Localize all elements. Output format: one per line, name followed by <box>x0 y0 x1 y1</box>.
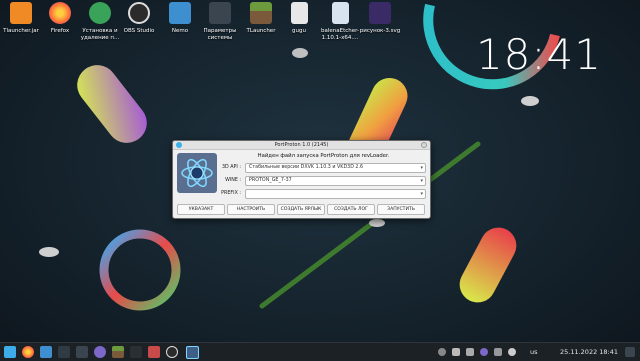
desktop-icon-firefox[interactable]: Firefox <box>39 2 81 35</box>
wine-select[interactable]: PROTON_GE_7-37 ▾ <box>245 176 426 186</box>
archive-icon <box>331 2 349 24</box>
close-icon[interactable] <box>421 142 427 148</box>
settings-icon <box>209 2 231 24</box>
dialog-titlebar[interactable]: PortProton 1.0 (2145) <box>173 141 430 150</box>
desktop-icon-system-settings[interactable]: Параметры системы <box>199 2 241 42</box>
dialog-title: PortProton 1.0 (2145) <box>274 142 329 148</box>
field-wine: WINE : PROTON_GE_7-37 ▾ <box>221 176 426 186</box>
tray-icon[interactable] <box>452 348 460 356</box>
keyboard-layout[interactable]: us <box>530 347 538 357</box>
app-icon[interactable] <box>148 346 160 358</box>
desktop-icon-svg-image[interactable]: рисунок-3.svg <box>359 2 401 35</box>
field-prefix: PREFIX : ▾ <box>221 189 426 199</box>
folder-icon <box>169 2 191 24</box>
show-desktop-icon[interactable] <box>625 347 635 357</box>
field-3d-api: 3D API : Стабильные версии DXVK 1.10.3 и… <box>221 163 426 173</box>
desktop-icon-nemo[interactable]: Nemo <box>159 2 201 35</box>
firefox-icon[interactable] <box>22 346 34 358</box>
desktop-icon-obs-studio[interactable]: OBS Studio <box>118 2 160 35</box>
install-remove-icon <box>89 2 111 24</box>
desktop-icon-tlauncher-jar[interactable]: Tlauncher.jar <box>0 2 42 35</box>
chevron-down-icon: ▾ <box>420 165 423 171</box>
chevron-down-icon: ▾ <box>420 191 423 197</box>
desktop-icon-tlauncher[interactable]: TLauncher <box>240 2 282 35</box>
dialog-buttons: УКВАЗАКТ НАСТРОИТЬ СОЗДАТЬ ЯРЛЫК СОЗДАТЬ… <box>177 204 426 215</box>
chevron-down-icon: ▾ <box>420 178 423 184</box>
portproton-logo <box>177 153 217 193</box>
minecraft-icon <box>250 2 272 24</box>
3d-api-select[interactable]: Стабильные версии DXVK 1.10.3 и VKD3D 2.… <box>245 163 426 173</box>
app-icon[interactable] <box>130 346 142 358</box>
document-icon <box>290 2 308 24</box>
folder-icon[interactable] <box>40 346 52 358</box>
portproton-dialog: PortProton 1.0 (2145) Найден файл запуск… <box>172 140 431 219</box>
settings-icon[interactable] <box>76 346 88 358</box>
app-launcher-icon[interactable] <box>4 346 16 358</box>
create-log-button[interactable]: СОЗДАТЬ ЛОГ <box>327 204 375 215</box>
desktop-icons: Tlauncher.jar Firefox Установка и удален… <box>0 2 400 72</box>
prefix-select[interactable]: ▾ <box>245 189 426 199</box>
button-1[interactable]: УКВАЗАКТ <box>177 204 225 215</box>
tray-icon[interactable] <box>466 348 474 356</box>
settings-button[interactable]: НАСТРОИТЬ <box>227 204 275 215</box>
obs-icon[interactable] <box>166 346 178 358</box>
create-shortcut-button[interactable]: СОЗДАТЬ ЯРЛЫК <box>277 204 325 215</box>
obs-icon <box>128 2 150 24</box>
tlauncher-jar-icon <box>10 2 32 24</box>
desktop-icon-gugu[interactable]: gugu <box>278 2 320 35</box>
tray-icon[interactable] <box>508 348 516 356</box>
terminal-icon[interactable] <box>58 346 70 358</box>
launch-button[interactable]: ЗАПУСТИТЬ <box>377 204 425 215</box>
tray-icon[interactable] <box>438 348 446 356</box>
discover-icon[interactable] <box>94 346 106 358</box>
portproton-icon[interactable] <box>186 346 199 359</box>
dialog-message: Найден файл запуска PortProton для revLo… <box>257 153 390 159</box>
tray-icon[interactable] <box>480 348 488 356</box>
firefox-icon <box>49 2 71 24</box>
desktop-clock: 18:41 <box>475 30 602 79</box>
tray-icon[interactable] <box>494 348 502 356</box>
taskbar: us 25.11.2022 18:41 <box>0 342 640 361</box>
minecraft-icon[interactable] <box>112 346 124 358</box>
desktop-icon-install-remove[interactable]: Установка и удаление п... <box>79 2 121 42</box>
taskbar-datetime[interactable]: 25.11.2022 18:41 <box>560 347 618 357</box>
svg-image-icon <box>369 2 391 24</box>
desktop-icon-balena-etcher[interactable]: balenaEtcher-1.10.1-x64.... <box>319 2 361 42</box>
